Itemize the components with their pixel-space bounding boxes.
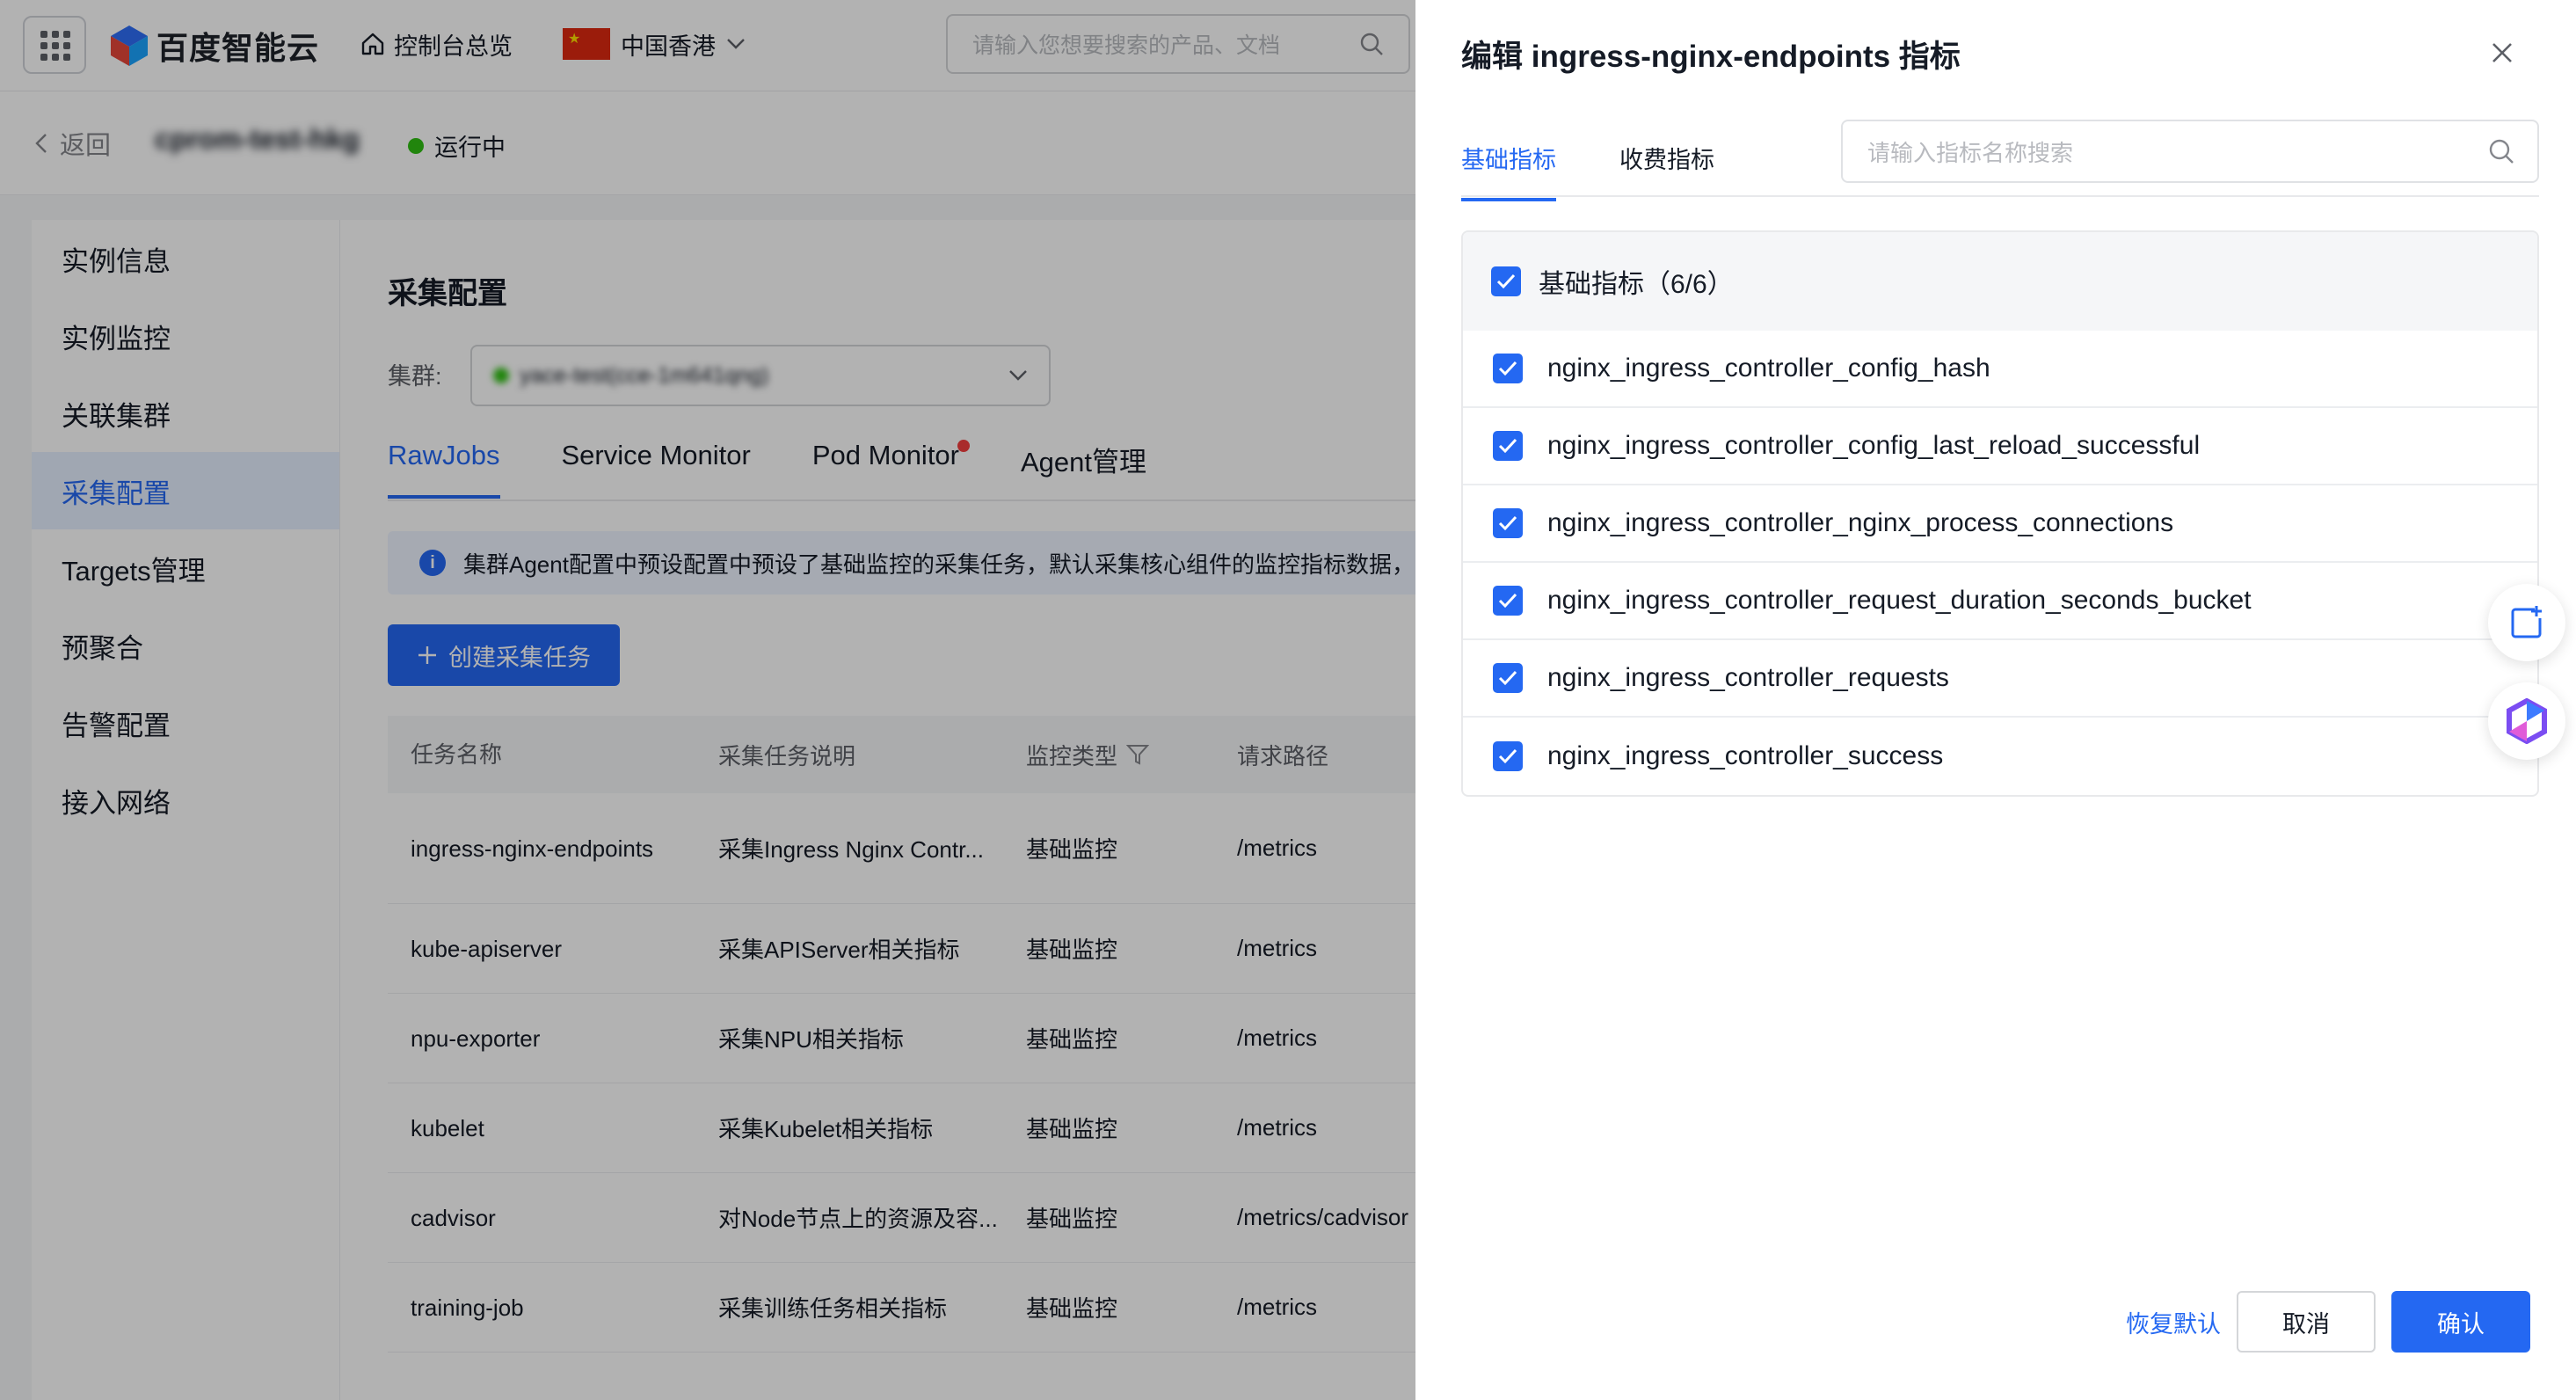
metric-item[interactable]: nginx_ingress_controller_nginx_process_c… xyxy=(1463,485,2537,563)
metric-item[interactable]: nginx_ingress_controller_config_last_rel… xyxy=(1463,408,2537,485)
edit-metrics-drawer: 编辑 ingress-nginx-endpoints 指标 基础指标 收费指标 … xyxy=(1415,0,2576,1400)
metric-name: nginx_ingress_controller_requests xyxy=(1547,663,1949,692)
tab-paid-metrics[interactable]: 收费指标 xyxy=(1619,141,1714,201)
close-icon[interactable] xyxy=(2486,37,2518,69)
metric-checkbox[interactable] xyxy=(1493,586,1523,616)
feedback-float-button[interactable] xyxy=(2488,584,2565,661)
metric-item[interactable]: nginx_ingress_controller_success xyxy=(1463,718,2537,795)
metric-name: nginx_ingress_controller_request_duratio… xyxy=(1547,586,2252,615)
metric-name: nginx_ingress_controller_success xyxy=(1547,741,1944,770)
cancel-button[interactable]: 取消 xyxy=(2237,1291,2376,1353)
metric-name: nginx_ingress_controller_nginx_process_c… xyxy=(1547,508,2174,537)
search-icon xyxy=(2489,139,2514,164)
check-icon xyxy=(1496,273,1516,289)
tab-basic-metrics[interactable]: 基础指标 xyxy=(1461,141,1556,201)
metric-search-input[interactable]: 请输入指标名称搜索 xyxy=(1841,120,2539,183)
metric-list: 基础指标（6/6） nginx_ingress_controller_confi… xyxy=(1461,230,2539,797)
metric-group-label: 基础指标（6/6） xyxy=(1539,270,1734,299)
metric-checkbox[interactable] xyxy=(1493,663,1523,693)
metric-checkbox[interactable] xyxy=(1493,431,1523,461)
metric-checkbox[interactable] xyxy=(1493,508,1523,538)
check-icon xyxy=(1498,361,1517,376)
metric-search-placeholder: 请输入指标名称搜索 xyxy=(1867,139,2074,166)
drawer-title: 编辑 ingress-nginx-endpoints 指标 xyxy=(1461,40,1961,74)
check-icon xyxy=(1498,438,1517,454)
metric-item[interactable]: nginx_ingress_controller_requests xyxy=(1463,640,2537,718)
metric-tabs: 基础指标 收费指标 xyxy=(1461,141,1714,201)
drawer-tabs-divider xyxy=(1461,195,2539,197)
ai-assistant-icon xyxy=(2507,698,2547,744)
tab-label: 收费指标 xyxy=(1619,147,1714,173)
metric-checkbox[interactable] xyxy=(1493,354,1523,383)
tab-label: 基础指标 xyxy=(1461,147,1556,173)
check-icon xyxy=(1498,593,1517,609)
metric-group-header[interactable]: 基础指标（6/6） xyxy=(1463,232,2537,331)
check-icon xyxy=(1498,670,1517,686)
metric-item[interactable]: nginx_ingress_controller_request_duratio… xyxy=(1463,563,2537,640)
add-note-icon xyxy=(2511,606,2542,638)
metric-name: nginx_ingress_controller_config_last_rel… xyxy=(1547,431,2201,460)
group-checkbox[interactable] xyxy=(1491,266,1521,296)
metric-item[interactable]: nginx_ingress_controller_config_hash xyxy=(1463,331,2537,408)
check-icon xyxy=(1498,748,1517,764)
assistant-float-button[interactable] xyxy=(2488,682,2565,760)
metric-name: nginx_ingress_controller_config_hash xyxy=(1547,354,1990,383)
confirm-button[interactable]: 确认 xyxy=(2391,1291,2530,1353)
restore-default-button[interactable]: 恢复默认 xyxy=(2126,1305,2221,1339)
metric-checkbox[interactable] xyxy=(1493,741,1523,771)
check-icon xyxy=(1498,515,1517,531)
